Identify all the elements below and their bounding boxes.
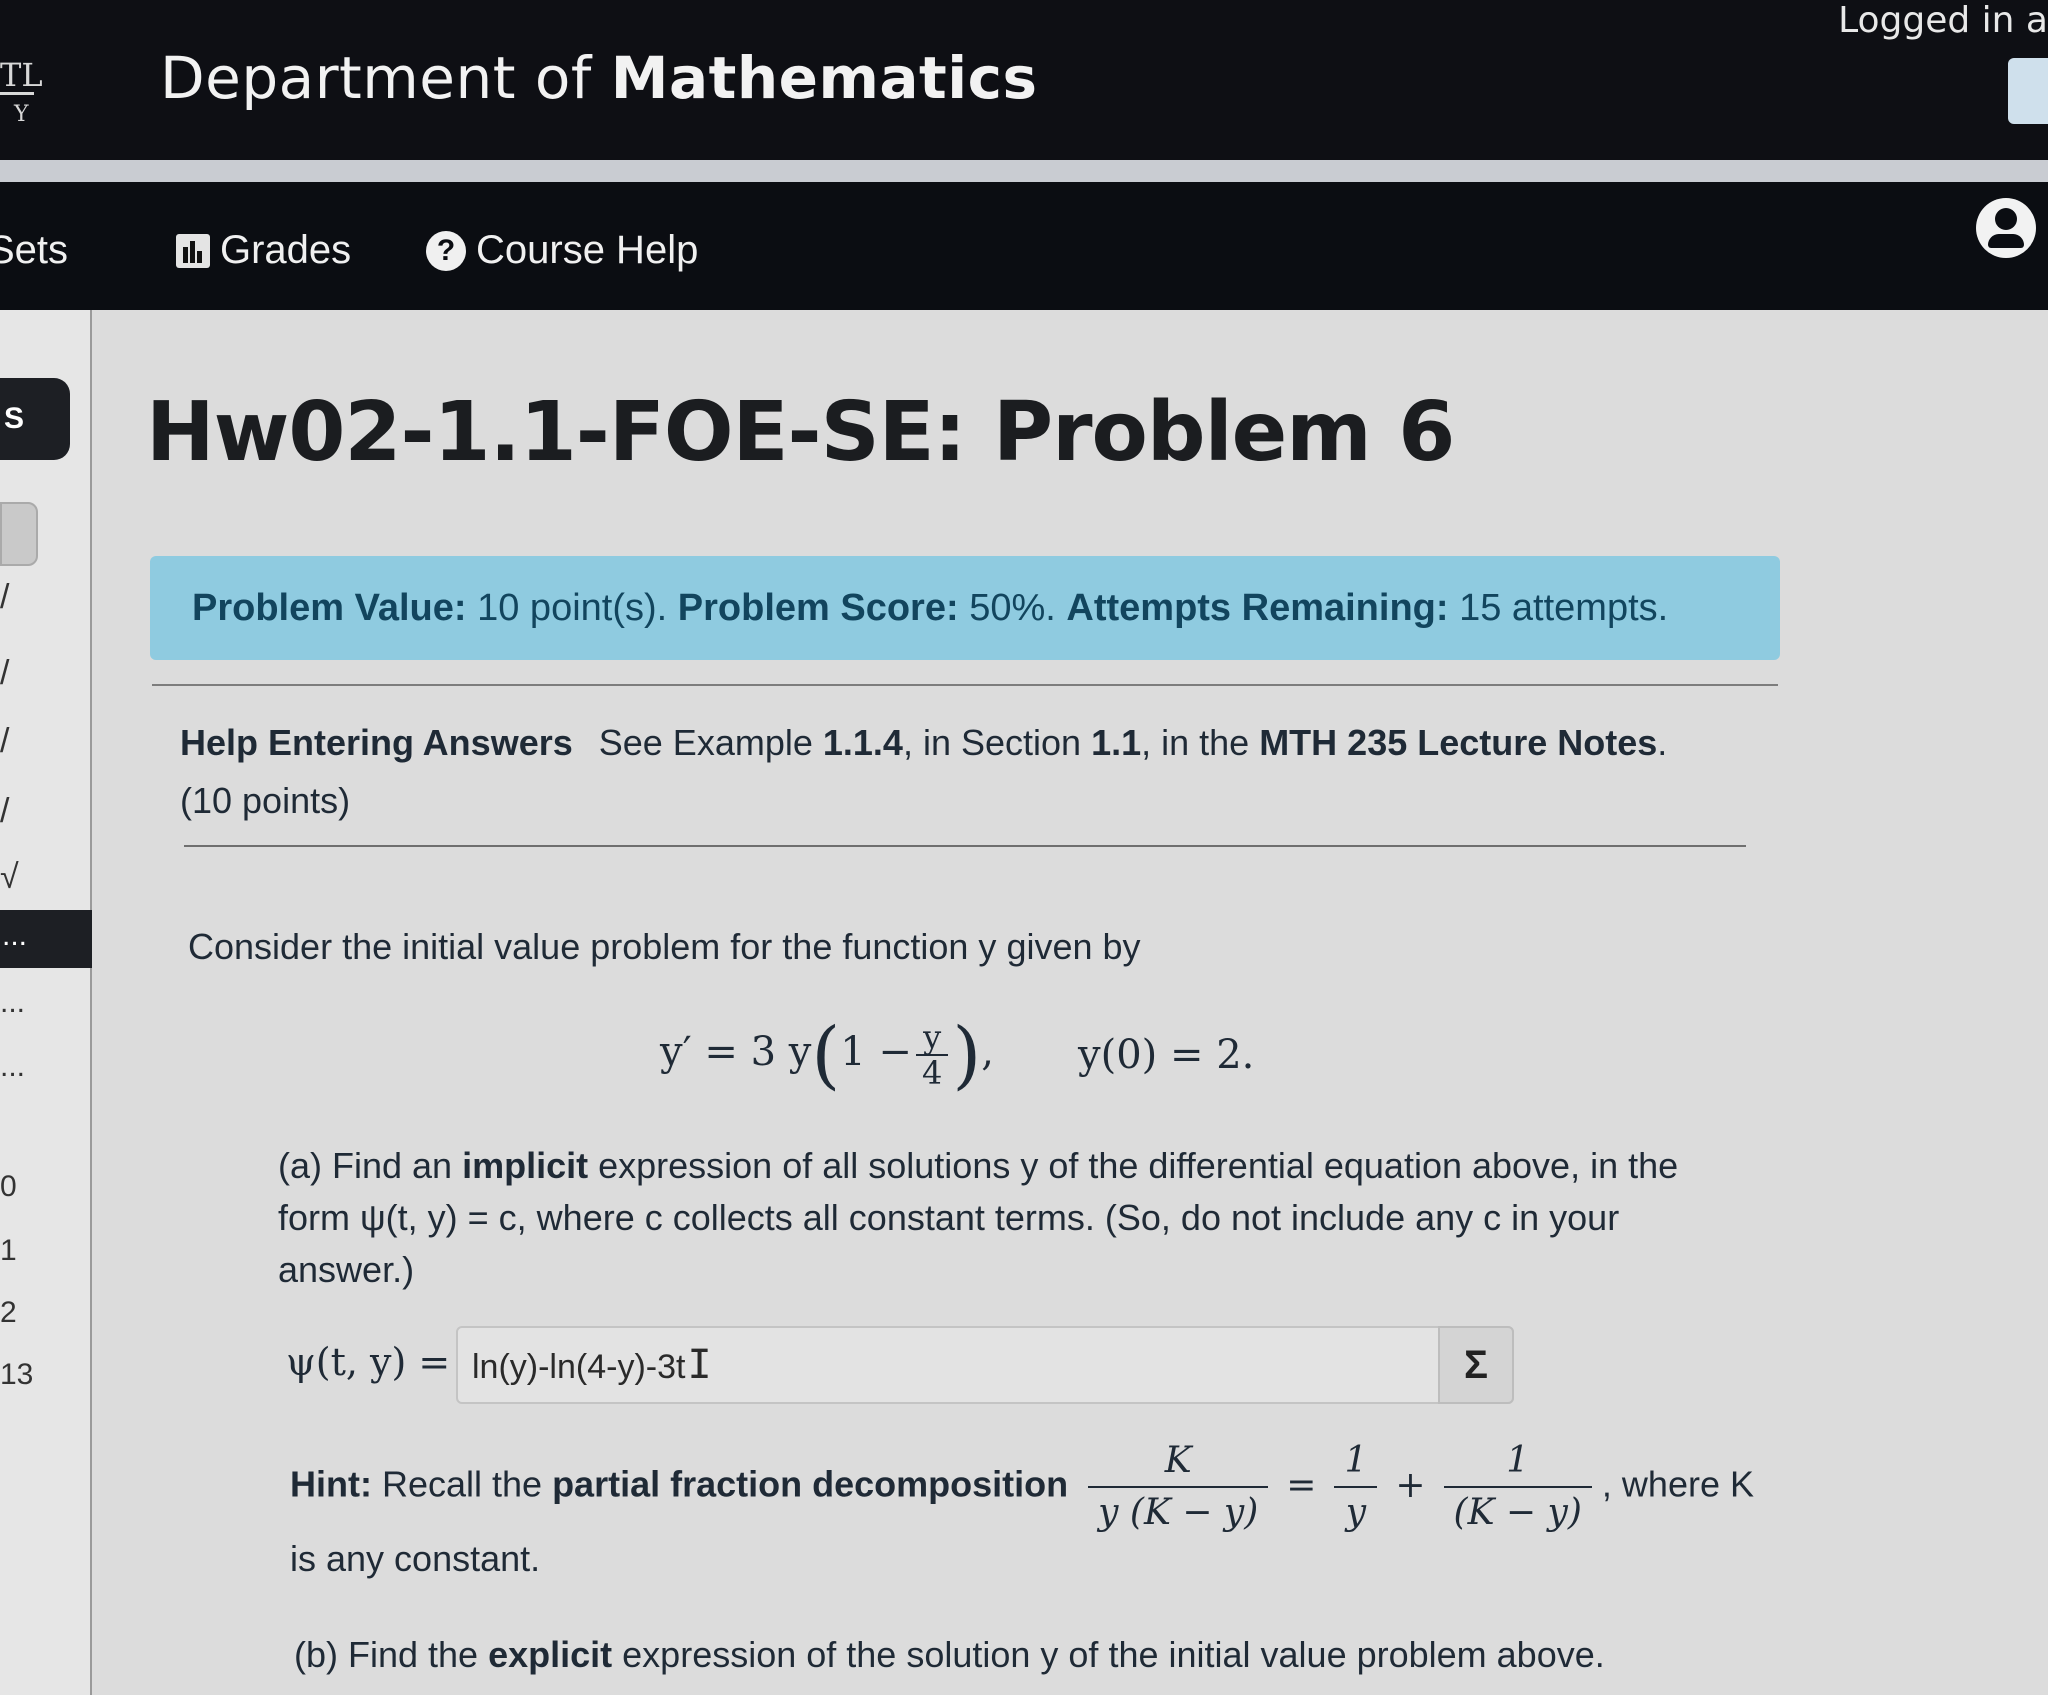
- nav-homework-sets[interactable]: Sets: [0, 228, 68, 273]
- nav-help-label: Course Help: [476, 228, 699, 272]
- help-line: Help Entering Answers See Example 1.1.4, …: [180, 722, 1667, 764]
- eq-frac-num: y: [915, 1020, 949, 1056]
- user-account-icon[interactable]: [1976, 198, 2036, 258]
- part-a-text: (a) Find an implicit expression of all s…: [278, 1140, 1728, 1296]
- eq-comma: ,: [981, 1029, 994, 1075]
- text-cursor-icon: I: [687, 1342, 712, 1388]
- see-end: .: [1657, 722, 1668, 763]
- logo-bottom-text: Y: [14, 102, 29, 127]
- eq-fraction: y4: [915, 1020, 949, 1092]
- hint-bold: partial fraction decomposition: [552, 1463, 1069, 1505]
- eq-frac-den: 4: [921, 1054, 943, 1092]
- see-pre: See Example: [598, 722, 823, 763]
- department-title: Department of Mathematics: [160, 44, 1038, 112]
- hint-f3-num: 1: [1443, 1436, 1592, 1488]
- hint-f2-den: y: [1345, 1492, 1367, 1533]
- hint-f1-num: K: [1088, 1436, 1269, 1488]
- logout-button[interactable]: [2008, 58, 2048, 124]
- problem-points: (10 points): [180, 780, 351, 821]
- part-a-pre: (a) Find an: [278, 1145, 463, 1186]
- logo-top-text: TL: [0, 56, 43, 94]
- see-notes: MTH 235 Lecture Notes: [1259, 722, 1658, 763]
- answer-value: ln(y)-ln(4-y)-3t: [472, 1348, 686, 1386]
- value-label: Problem Value:: [192, 587, 467, 629]
- eq-lhs: y′ = 3 y: [660, 1029, 812, 1075]
- eq-one: 1 −: [840, 1029, 912, 1075]
- sidebar-active-item[interactable]: S: [0, 378, 70, 460]
- hint-f1-den: y (K − y): [1098, 1492, 1259, 1533]
- hint-f3-den: (K − y): [1453, 1492, 1582, 1533]
- sidebar-button[interactable]: [0, 502, 38, 566]
- part-b-text: (b) Find the explicit expression of the …: [294, 1634, 1605, 1676]
- sidebar-problem-link[interactable]: 0: [0, 1170, 17, 1204]
- help-icon: ?: [426, 230, 466, 271]
- hint-text: Hint: Recall the partial fraction decomp…: [290, 1436, 1754, 1538]
- hint-fraction-ky: 1 (K − y): [1443, 1436, 1592, 1538]
- sidebar-problem-link[interactable]: 1: [0, 1234, 17, 1268]
- see-mid: , in Section: [902, 722, 1092, 763]
- hint-fraction-k: Ky (K − y): [1088, 1436, 1269, 1538]
- problem-sidebar: S / / / / √ ... ... ... 0 1 2 13: [0, 310, 92, 1695]
- nav-course-help[interactable]: ? Course Help: [426, 228, 698, 273]
- nav-sets-label: Sets: [0, 228, 69, 272]
- part-b-pre: (b) Find the: [294, 1634, 489, 1675]
- university-logo: TL Y: [0, 56, 43, 128]
- problem-intro: Consider the initial value problem for t…: [188, 926, 1141, 967]
- site-banner: TL Y Department of Mathematics Logged in…: [0, 0, 2048, 160]
- see-section: 1.1: [1091, 722, 1142, 763]
- hint-fraction-y: 1y: [1334, 1436, 1378, 1538]
- problem-title: Hw02-1.1-FOE-SE: Problem 6: [146, 385, 1455, 480]
- psi-label: ψ(t, y) =: [286, 1340, 451, 1384]
- initial-condition: y(0) = 2.: [1078, 1032, 1255, 1078]
- hint-plus: +: [1395, 1464, 1426, 1506]
- answer-input[interactable]: ln(y)-ln(4-y)-3tI: [456, 1326, 1514, 1404]
- sidebar-current-problem[interactable]: ...: [0, 910, 92, 968]
- sidebar-status-mark: /: [0, 722, 10, 760]
- hint-equals: =: [1286, 1464, 1317, 1506]
- logo-divider: [0, 92, 34, 95]
- department-name: Mathematics: [610, 44, 1038, 112]
- sidebar-status-mark: /: [0, 654, 10, 692]
- problem-score-banner: Problem Value: 10 point(s). Problem Scor…: [150, 556, 1780, 660]
- department-prefix: Department of: [160, 44, 611, 112]
- sidebar-status-mark: /: [0, 792, 10, 830]
- divider: [184, 845, 1746, 847]
- hint-f2-num: 1: [1334, 1436, 1378, 1488]
- see-example: 1.1.4: [822, 722, 903, 763]
- sidebar-problem-link[interactable]: ...: [0, 1050, 25, 1084]
- banner-divider: [0, 160, 2048, 182]
- part-b-rest: expression of the solution y of the init…: [612, 1634, 1605, 1675]
- hint-pre: Recall the: [371, 1463, 553, 1505]
- help-entering-answers-link[interactable]: Help Entering Answers: [180, 722, 573, 763]
- attempts-label: Attempts Remaining:: [1066, 587, 1449, 629]
- sidebar-status-mark: /: [0, 578, 10, 616]
- score-text: 50%.: [969, 587, 1056, 629]
- equation-editor-button[interactable]: Σ: [1438, 1326, 1514, 1404]
- part-b-bold: explicit: [488, 1634, 613, 1675]
- sidebar-problem-link[interactable]: 2: [0, 1296, 17, 1330]
- course-navbar: Sets Grades ? Course Help: [0, 182, 2048, 310]
- hint-label: Hint:: [290, 1463, 372, 1505]
- sidebar-status-mark: √: [0, 858, 19, 896]
- attempts-text: 15 attempts.: [1459, 587, 1669, 629]
- sidebar-problem-link[interactable]: ...: [0, 986, 25, 1020]
- hint-where: , where K: [1601, 1463, 1754, 1505]
- part-a-bold: implicit: [462, 1145, 589, 1186]
- score-label: Problem Score:: [677, 587, 959, 629]
- grades-icon: [176, 233, 210, 268]
- sidebar-problem-link[interactable]: 13: [0, 1358, 33, 1392]
- differential-equation: y′ = 3 y(1 − y 4),: [660, 1012, 994, 1098]
- nav-grades-label: Grades: [220, 228, 352, 272]
- hint-line-2: is any constant.: [290, 1538, 541, 1579]
- divider: [152, 684, 1778, 686]
- nav-grades[interactable]: Grades: [176, 228, 351, 273]
- logged-in-text: Logged in a: [1838, 0, 2048, 41]
- see-mid2: , in the: [1141, 722, 1260, 763]
- value-text: 10 point(s).: [477, 587, 668, 629]
